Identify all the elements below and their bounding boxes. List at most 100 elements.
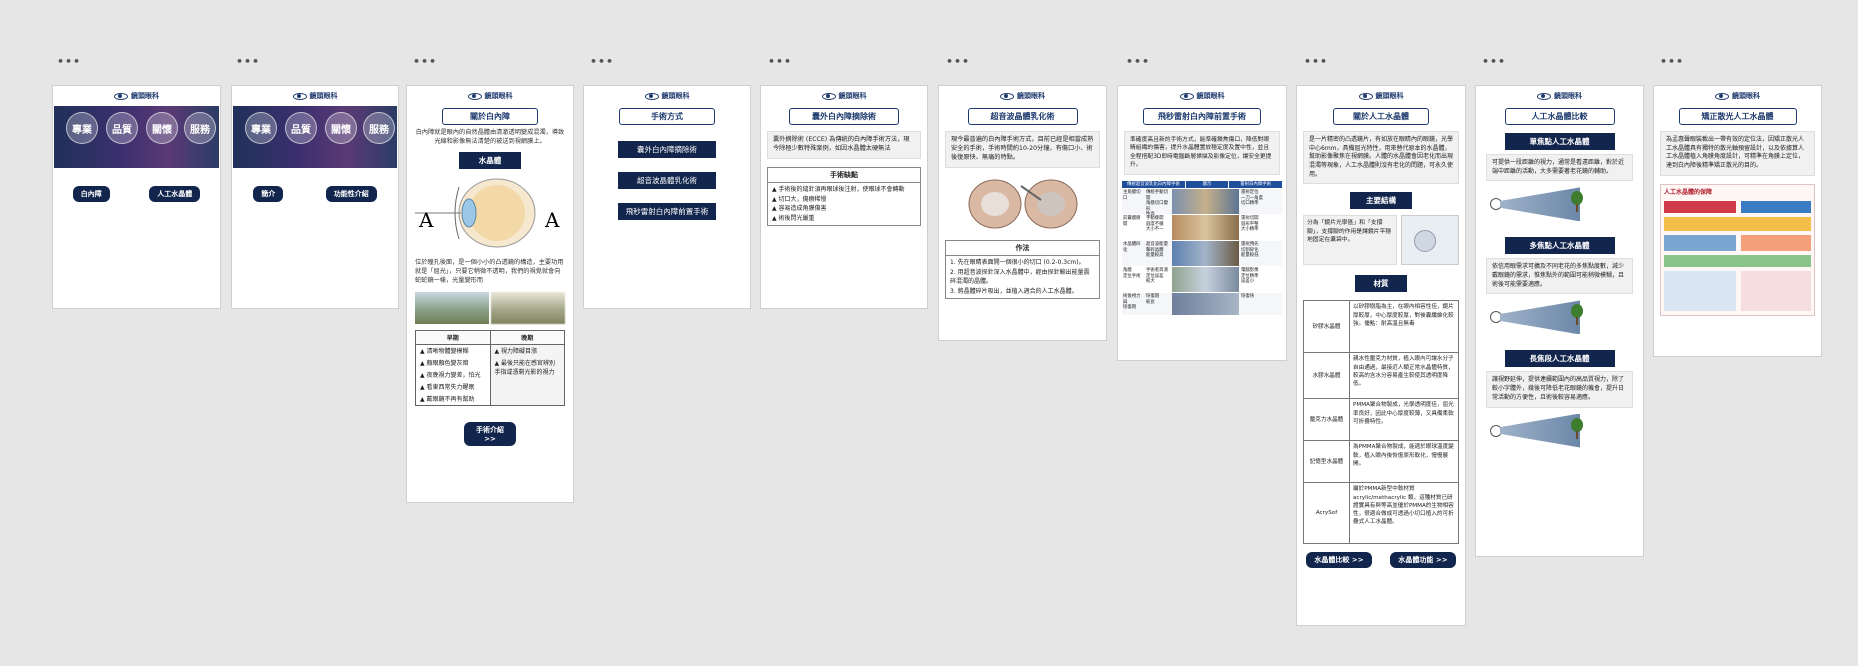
design-canvas: ••• ••• ••• ••• ••• ••• ••• ••• ••• ••• … <box>0 0 1858 666</box>
logo: 鏡頭眼科 <box>407 91 573 101</box>
table-row: AcrySof 屬於PMMA新型中軟材質acrylic/methacrylic … <box>1304 483 1458 544</box>
frame-menu-dots[interactable]: ••• <box>768 55 792 68</box>
surgery-intro-button[interactable]: 手術介紹 >> <box>464 421 516 446</box>
frame-menu-dots[interactable]: ••• <box>946 55 970 68</box>
intro-text: 白內障就是眼內的自然晶體由清澈透明變成混濁，導致光線和影像無法清楚的被送到視網膜… <box>415 129 565 145</box>
multifocal-text: 依信用眼需求可擴及不同老花的多焦點度數，減少戴眼鏡的需求，惟焦點外的範圍可能稍微… <box>1486 258 1633 295</box>
frame-menu-dots[interactable]: ••• <box>236 55 260 68</box>
frame-toric-iol[interactable]: 鏡頭眼科 矯正散光人工水晶體 為孟惠聲眼裝載出一帶有效的定位法，因矯正散光人工水… <box>1653 85 1822 357</box>
hero-word: 關懷 <box>325 112 357 144</box>
iol-function-button[interactable]: 水晶體功能 >> <box>1390 552 1456 569</box>
iol-compare-button[interactable]: 水晶體比較 >> <box>1306 552 1372 569</box>
table-row: 壓克力水晶體 PMMA聚合物製成，光學透明度佳，屈光率良好，因此中心厚度較薄，又… <box>1304 399 1458 442</box>
material-table: 矽膠水晶體 以矽膠樹脂為主，在眼內相容性佳，鏡片厚較厚，中心厚度較厚，對後囊纖維… <box>1303 300 1459 545</box>
table-header: 早期 <box>416 330 490 345</box>
table-header: 圖示 <box>1185 180 1229 189</box>
frame-menu-dots[interactable]: ••• <box>1660 55 1684 68</box>
frame-menu-dots[interactable]: ••• <box>57 55 81 68</box>
iol-button[interactable]: 人工水晶體 <box>149 186 201 202</box>
list-item: ▲ 最後只能在感官辨別手指或憑剩光影的視力 <box>494 360 556 377</box>
frame-menu-dots[interactable]: ••• <box>1304 55 1328 68</box>
intro-button[interactable]: 簡介 <box>253 186 284 202</box>
hero-banner: 專業 品質 關懷 服務 <box>54 106 219 168</box>
method-phaco-link[interactable]: 超音波晶體乳化術 <box>618 172 716 189</box>
lens-description: 位於瞳孔後面，是一個小小的凸透鏡的構造，主要功用就是「屈光」，只要它稍微不透明，… <box>415 258 564 284</box>
svg-text:A: A <box>418 208 434 232</box>
surgery-photo <box>1172 189 1239 215</box>
frame-phaco[interactable]: 鏡頭眼科 超音波晶體乳化術 現今最普遍的白內障手術方式，目前已經是相當成熟安全的… <box>938 85 1107 341</box>
list-item: ▲ 術後閃光嚴重 <box>772 214 815 222</box>
page-title: 關於白內障 <box>442 108 538 125</box>
steps-title: 作法 <box>946 241 1099 256</box>
table-row: 水膠水晶體 親水性壓克力材質，植入眼內可讓水分子自由通過，最接近人類正常水晶體特… <box>1304 353 1458 400</box>
eye-icon <box>1358 92 1373 100</box>
surgery-photo <box>1172 293 1239 316</box>
frame-about-iol[interactable]: 鏡頭眼科 關於人工水晶體 是一片精密的凸透鏡片，有如放在眼睛內的眼鏡，光學中心6… <box>1296 85 1466 626</box>
logo: 鏡頭眼科 <box>761 91 927 101</box>
method-femto-link[interactable]: 飛秒雷射白內障前置手術 <box>618 203 716 220</box>
page-title: 矯正散光人工水晶體 <box>1678 108 1797 125</box>
list-item: ▲ 顏眼顏色變灰暗 <box>420 360 469 368</box>
svg-text:A: A <box>544 208 560 232</box>
table-row: 術後視力與 恢復期 恢復期 較長 恢復快 <box>1122 293 1282 316</box>
frame-menu-dots[interactable]: ••• <box>1482 55 1506 68</box>
function-button[interactable]: 功能性介紹 <box>325 186 377 202</box>
surgery-photo <box>1172 241 1239 267</box>
frame-femto[interactable]: 鏡頭眼科 飛秒雷射白內障前置手術 準確度高且新的手術方式，能準確鎖焦傷口，降低對… <box>1117 85 1287 361</box>
hero-word: 服務 <box>363 112 395 144</box>
comparison-table: 傳統超音波乳化白內障手術 圖示 雷射白內障手術 主角膜切口 傳統手動切開 角膜切… <box>1122 180 1282 316</box>
page-title: 超音波晶體乳化術 <box>967 108 1078 125</box>
poster-title: 人工水晶體的保障 <box>1664 188 1713 196</box>
frame-menu-dots[interactable]: ••• <box>1126 55 1150 68</box>
hero-word: 專業 <box>66 112 98 144</box>
page-title: 手術方式 <box>619 108 715 125</box>
multifocal-diagram <box>1486 298 1633 336</box>
tree-icon <box>1570 191 1584 213</box>
eye-icon <box>821 92 836 100</box>
page-title: 囊外白內障摘除術 <box>789 108 899 125</box>
frame-iol-compare[interactable]: 鏡頭眼科 人工水晶體比較 單焦點人工水晶體 可提供一段距離的視力，通常是看遠距離… <box>1475 85 1644 557</box>
page-title: 人工水晶體比較 <box>1504 108 1615 125</box>
eye-icon <box>644 92 659 100</box>
femto-description: 準確度高且新的手術方式，能準確鎖焦傷口，降低對眼睛組織的傷害，提升水晶體置放穩定… <box>1124 131 1280 175</box>
structure-text: 分為「鏡片光學區」和「支撐腳」，支撐腳的作用是讓鏡片平穩地固定在囊袋中。 <box>1303 215 1397 266</box>
section-label: 主要結構 <box>1350 192 1412 210</box>
table-row: 記憶型水晶體 為PMMA聚合物製成，能適於眼球溫度變軟，植入眼內後恢復原形軟化，… <box>1304 441 1458 484</box>
list-item: ▲ 戴眼鏡不再有幫助 <box>420 396 475 404</box>
table-row: 前囊膜撕開 手動撕開 圓度不穩 大小不一 雷射切開 圓形平整 大小精準 <box>1122 215 1282 241</box>
list-item: 3. 將晶體碎片吸出，並植入適合的人工水晶體。 <box>950 287 1078 295</box>
table-row: 角膜 定位手術 手術者目測 定位誤差 較大 電腦影像 定位精準 誤差小 <box>1122 267 1282 293</box>
list-item: ▲ 視力障礙目漲 <box>494 348 538 356</box>
logo: 鏡頭眼科 <box>1297 91 1465 101</box>
list-item: ▲ 夜晚視力變差，怕光 <box>420 372 481 380</box>
logo: 鏡頭眼科 <box>939 91 1106 101</box>
frame-home-2[interactable]: 鏡頭眼科 專業 品質 關懷 服務 簡介 功能性介紹 <box>231 85 399 309</box>
list-item: 2. 用超音波探針深入水晶體中，經由探針輸出能量震碎混濁的晶體。 <box>950 268 1090 286</box>
logo: 鏡頭眼科 <box>584 91 750 101</box>
structure-block: 分為「鏡片光學區」和「支撐腳」，支撐腳的作用是讓鏡片平穩地固定在囊袋中。 <box>1303 215 1459 266</box>
logo: 鏡頭眼科 <box>1118 91 1286 101</box>
hero-word: 服務 <box>184 112 216 144</box>
list-item: ▲ 容易造成角膜傷害 <box>772 205 827 213</box>
table-header: 雷射白內障手術 <box>1229 180 1282 189</box>
logo: 鏡頭眼科 <box>1476 91 1643 101</box>
hero-banner: 專業 品質 關懷 服務 <box>233 106 397 168</box>
table-row: 主角膜切口 傳統手動切開 角膜切口變形 性高 雷射定位 一刀一角度 切口精準 <box>1122 189 1282 217</box>
method-ecce-link[interactable]: 囊外白內障摘除術 <box>618 141 716 158</box>
cons-title: 手術缺點 <box>768 168 920 183</box>
section-label: 單焦點人工水晶體 <box>1504 133 1615 150</box>
frame-ecce[interactable]: 鏡頭眼科 囊外白內障摘除術 囊外摘除術 (ECCE) 為傳統的白內障手術方法，現… <box>760 85 928 309</box>
hero-word: 關懷 <box>146 112 178 144</box>
page-title: 關於人工水晶體 <box>1333 108 1429 125</box>
table-header: 傳統超音波乳化白內障手術 <box>1122 180 1185 189</box>
frame-surgery-methods[interactable]: 鏡頭眼科 手術方式 囊外白內障摘除術 超音波晶體乳化術 飛秒雷射白內障前置手術 <box>583 85 751 309</box>
frame-about-cataract[interactable]: 鏡頭眼科 關於白內障 白內障就是眼內的自然晶體由清澈透明變成混濁，導致光線和影像… <box>406 85 574 503</box>
frame-home-1[interactable]: 鏡頭眼科 專業 品質 關懷 服務 白內障 人工水晶體 <box>52 85 221 309</box>
section-label: 材質 <box>1355 275 1407 293</box>
cataract-button[interactable]: 白內障 <box>72 186 110 202</box>
vision-comparison-photos <box>415 291 565 324</box>
frame-menu-dots[interactable]: ••• <box>413 55 437 68</box>
symptom-table: 早期 ▲ 清晰物體變模糊 ▲ 顏眼顏色變灰暗 ▲ 夜晚視力變差，怕光 ▲ 看東西… <box>415 329 565 406</box>
edof-text: 讓視野延伸，提供連續範圍內的高品質視力，除了較小字體外，幾後可降低老花眼鏡的機會… <box>1486 371 1633 408</box>
frame-menu-dots[interactable]: ••• <box>590 55 614 68</box>
